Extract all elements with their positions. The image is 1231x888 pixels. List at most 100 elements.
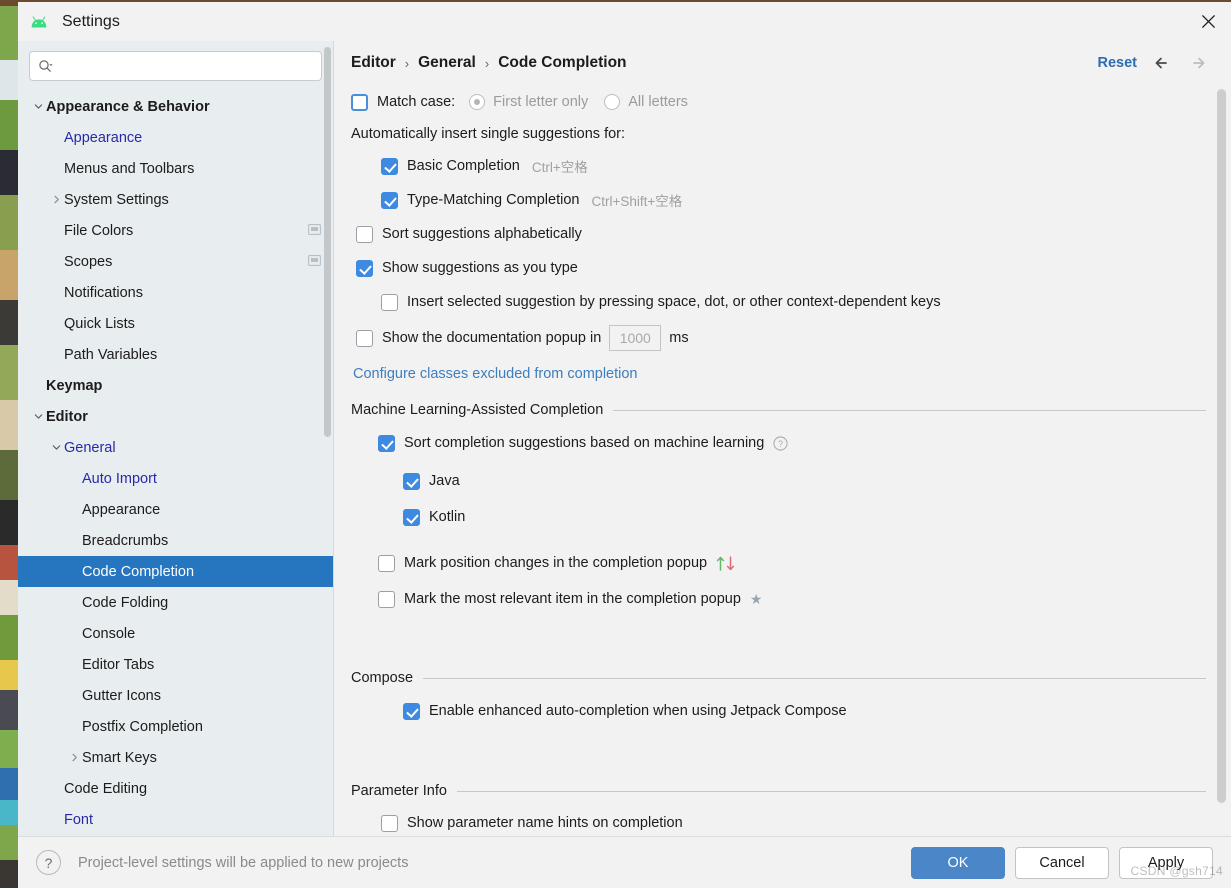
- sidebar-item-notifications[interactable]: Notifications: [18, 277, 333, 308]
- lang-kotlin-row: Kotlin: [351, 499, 1231, 535]
- sort-ml-label: Sort completion suggestions based on mac…: [404, 435, 765, 451]
- sidebar-item-label: Console: [82, 625, 136, 642]
- ok-button[interactable]: OK: [911, 846, 1005, 879]
- auto-insert-group-label: Automatically insert single suggestions …: [351, 126, 626, 142]
- show-param-hints-checkbox[interactable]: [381, 814, 398, 832]
- sidebar-item-label: Font: [64, 811, 94, 828]
- breadcrumb-item[interactable]: Editor: [351, 54, 396, 72]
- doc-popup-delay-input[interactable]: 1000: [609, 325, 662, 351]
- apply-button[interactable]: Apply: [1119, 846, 1213, 879]
- type-matching-completion-checkbox[interactable]: [381, 191, 398, 209]
- type-matching-completion-row: Type-Matching Completion Ctrl+Shift+空格: [351, 183, 1231, 217]
- cancel-button[interactable]: Cancel: [1015, 846, 1109, 879]
- sidebar-item-editor[interactable]: Editor: [18, 401, 333, 432]
- mark-relevant-checkbox[interactable]: [378, 590, 395, 608]
- search-input[interactable]: [59, 58, 313, 74]
- parameter-info-section-title: Parameter Info: [351, 783, 447, 799]
- sidebar-item-gutter-icons[interactable]: Gutter Icons: [18, 680, 333, 711]
- reset-button[interactable]: Reset: [1098, 55, 1138, 71]
- mark-position-row: Mark position changes in the completion …: [351, 545, 1231, 581]
- sidebar-item-breadcrumbs[interactable]: Breadcrumbs: [18, 525, 333, 556]
- sidebar-item-label: Notifications: [64, 284, 143, 301]
- sidebar-item-code-completion[interactable]: Code Completion: [18, 556, 333, 587]
- sidebar-item-postfix-completion[interactable]: Postfix Completion: [18, 711, 333, 742]
- enable-compose-checkbox[interactable]: [403, 702, 420, 720]
- sidebar-item-appearance[interactable]: Appearance: [18, 494, 333, 525]
- chevron-down-icon[interactable]: [30, 412, 46, 421]
- sidebar-item-label: Keymap: [46, 377, 103, 394]
- doc-popup-checkbox[interactable]: [356, 329, 373, 347]
- search-icon: [39, 59, 53, 72]
- sidebar-item-label: Editor Tabs: [82, 656, 155, 673]
- sidebar-item-appearance[interactable]: Appearance: [18, 122, 333, 153]
- breadcrumb: Editor › General › Code Completion: [351, 54, 627, 72]
- sidebar-item-code-editing[interactable]: Code Editing: [18, 773, 333, 804]
- sort-ml-checkbox[interactable]: [378, 434, 395, 452]
- breadcrumb-separator: ›: [404, 55, 410, 71]
- sidebar-item-general[interactable]: General: [18, 432, 333, 463]
- breadcrumb-item[interactable]: General: [418, 54, 476, 72]
- sidebar-item-system-settings[interactable]: System Settings: [18, 184, 333, 215]
- enable-compose-label: Enable enhanced auto-completion when usi…: [429, 703, 847, 719]
- sidebar-item-label: Code Completion: [82, 563, 195, 580]
- radio-all-letters[interactable]: [604, 94, 621, 110]
- content-scrollbar[interactable]: [1217, 89, 1226, 803]
- chevron-down-icon[interactable]: [48, 443, 64, 452]
- close-icon[interactable]: [1185, 2, 1231, 41]
- search-container: [18, 41, 333, 89]
- compose-section-rule: [423, 677, 1206, 679]
- sidebar-item-label: Menus and Toolbars: [64, 160, 195, 177]
- sidebar-item-path-variables[interactable]: Path Variables: [18, 339, 333, 370]
- type-matching-completion-label: Type-Matching Completion: [407, 192, 580, 208]
- help-circle-icon[interactable]: ?: [773, 435, 788, 451]
- compose-section-title: Compose: [351, 670, 414, 686]
- star-icon: ★: [749, 590, 763, 607]
- sidebar-item-auto-import[interactable]: Auto Import: [18, 463, 333, 494]
- settings-tree: Appearance & Behavior Appearance Menus and…: [18, 89, 333, 836]
- sidebar-item-scopes[interactable]: Scopes: [18, 246, 333, 277]
- sidebar-item-font[interactable]: Font: [18, 804, 333, 835]
- configure-excluded-classes-link[interactable]: Configure classes excluded from completi…: [353, 366, 638, 382]
- arrow-right-icon: [1193, 57, 1205, 69]
- sidebar-item-quick-lists[interactable]: Quick Lists: [18, 308, 333, 339]
- sidebar-item-appearance-behavior[interactable]: Appearance & Behavior: [18, 91, 333, 122]
- sidebar-item-label: Appearance: [82, 501, 161, 518]
- chevron-right-icon[interactable]: [66, 753, 82, 762]
- radio-first-letter-only[interactable]: [469, 94, 486, 110]
- sidebar-item-label: Smart Keys: [82, 749, 157, 766]
- doc-popup-label: Show the documentation popup in: [382, 330, 602, 346]
- sort-alphabetically-checkbox[interactable]: [356, 225, 373, 243]
- breadcrumb-item[interactable]: Code Completion: [498, 54, 626, 72]
- breadcrumb-row: Editor › General › Code Completion Reset: [334, 41, 1231, 85]
- dialog-body: Appearance & Behavior Appearance Menus and…: [18, 41, 1231, 836]
- display-icon: [308, 223, 321, 239]
- show-as-you-type-checkbox[interactable]: [356, 259, 373, 277]
- sidebar-item-label: Quick Lists: [64, 315, 135, 332]
- sidebar-item-label: Scopes: [64, 253, 113, 270]
- chevron-right-icon[interactable]: [48, 195, 64, 204]
- mark-position-checkbox[interactable]: [378, 554, 395, 572]
- basic-completion-checkbox[interactable]: [381, 157, 398, 175]
- sidebar-item-editor-tabs[interactable]: Editor Tabs: [18, 649, 333, 680]
- sidebar-item-menus-and-toolbars[interactable]: Menus and Toolbars: [18, 153, 333, 184]
- sidebar-scrollbar[interactable]: [324, 47, 331, 437]
- sidebar-item-keymap[interactable]: Keymap: [18, 370, 333, 401]
- lang-java-checkbox[interactable]: [403, 472, 420, 490]
- arrow-left-icon[interactable]: [1151, 52, 1173, 74]
- help-icon[interactable]: ?: [36, 850, 61, 875]
- sidebar-item-smart-keys[interactable]: Smart Keys: [18, 742, 333, 773]
- mark-relevant-label: Mark the most relevant item in the compl…: [404, 591, 741, 607]
- lang-kotlin-checkbox[interactable]: [403, 508, 420, 526]
- sidebar-item-label: Code Folding: [82, 594, 169, 611]
- chevron-down-icon[interactable]: [30, 102, 46, 111]
- doc-popup-unit: ms: [669, 330, 689, 346]
- sidebar-item-console[interactable]: Console: [18, 618, 333, 649]
- insert-on-keys-checkbox[interactable]: [381, 293, 398, 311]
- insert-on-keys-label: Insert selected suggestion by pressing s…: [407, 294, 941, 310]
- match-case-checkbox[interactable]: [351, 93, 368, 111]
- sidebar-item-file-colors[interactable]: File Colors: [18, 215, 333, 246]
- sidebar-item-label: Gutter Icons: [82, 687, 161, 704]
- search-box[interactable]: [29, 51, 322, 81]
- sidebar-item-code-folding[interactable]: Code Folding: [18, 587, 333, 618]
- compose-section-header: Compose: [351, 665, 1231, 691]
